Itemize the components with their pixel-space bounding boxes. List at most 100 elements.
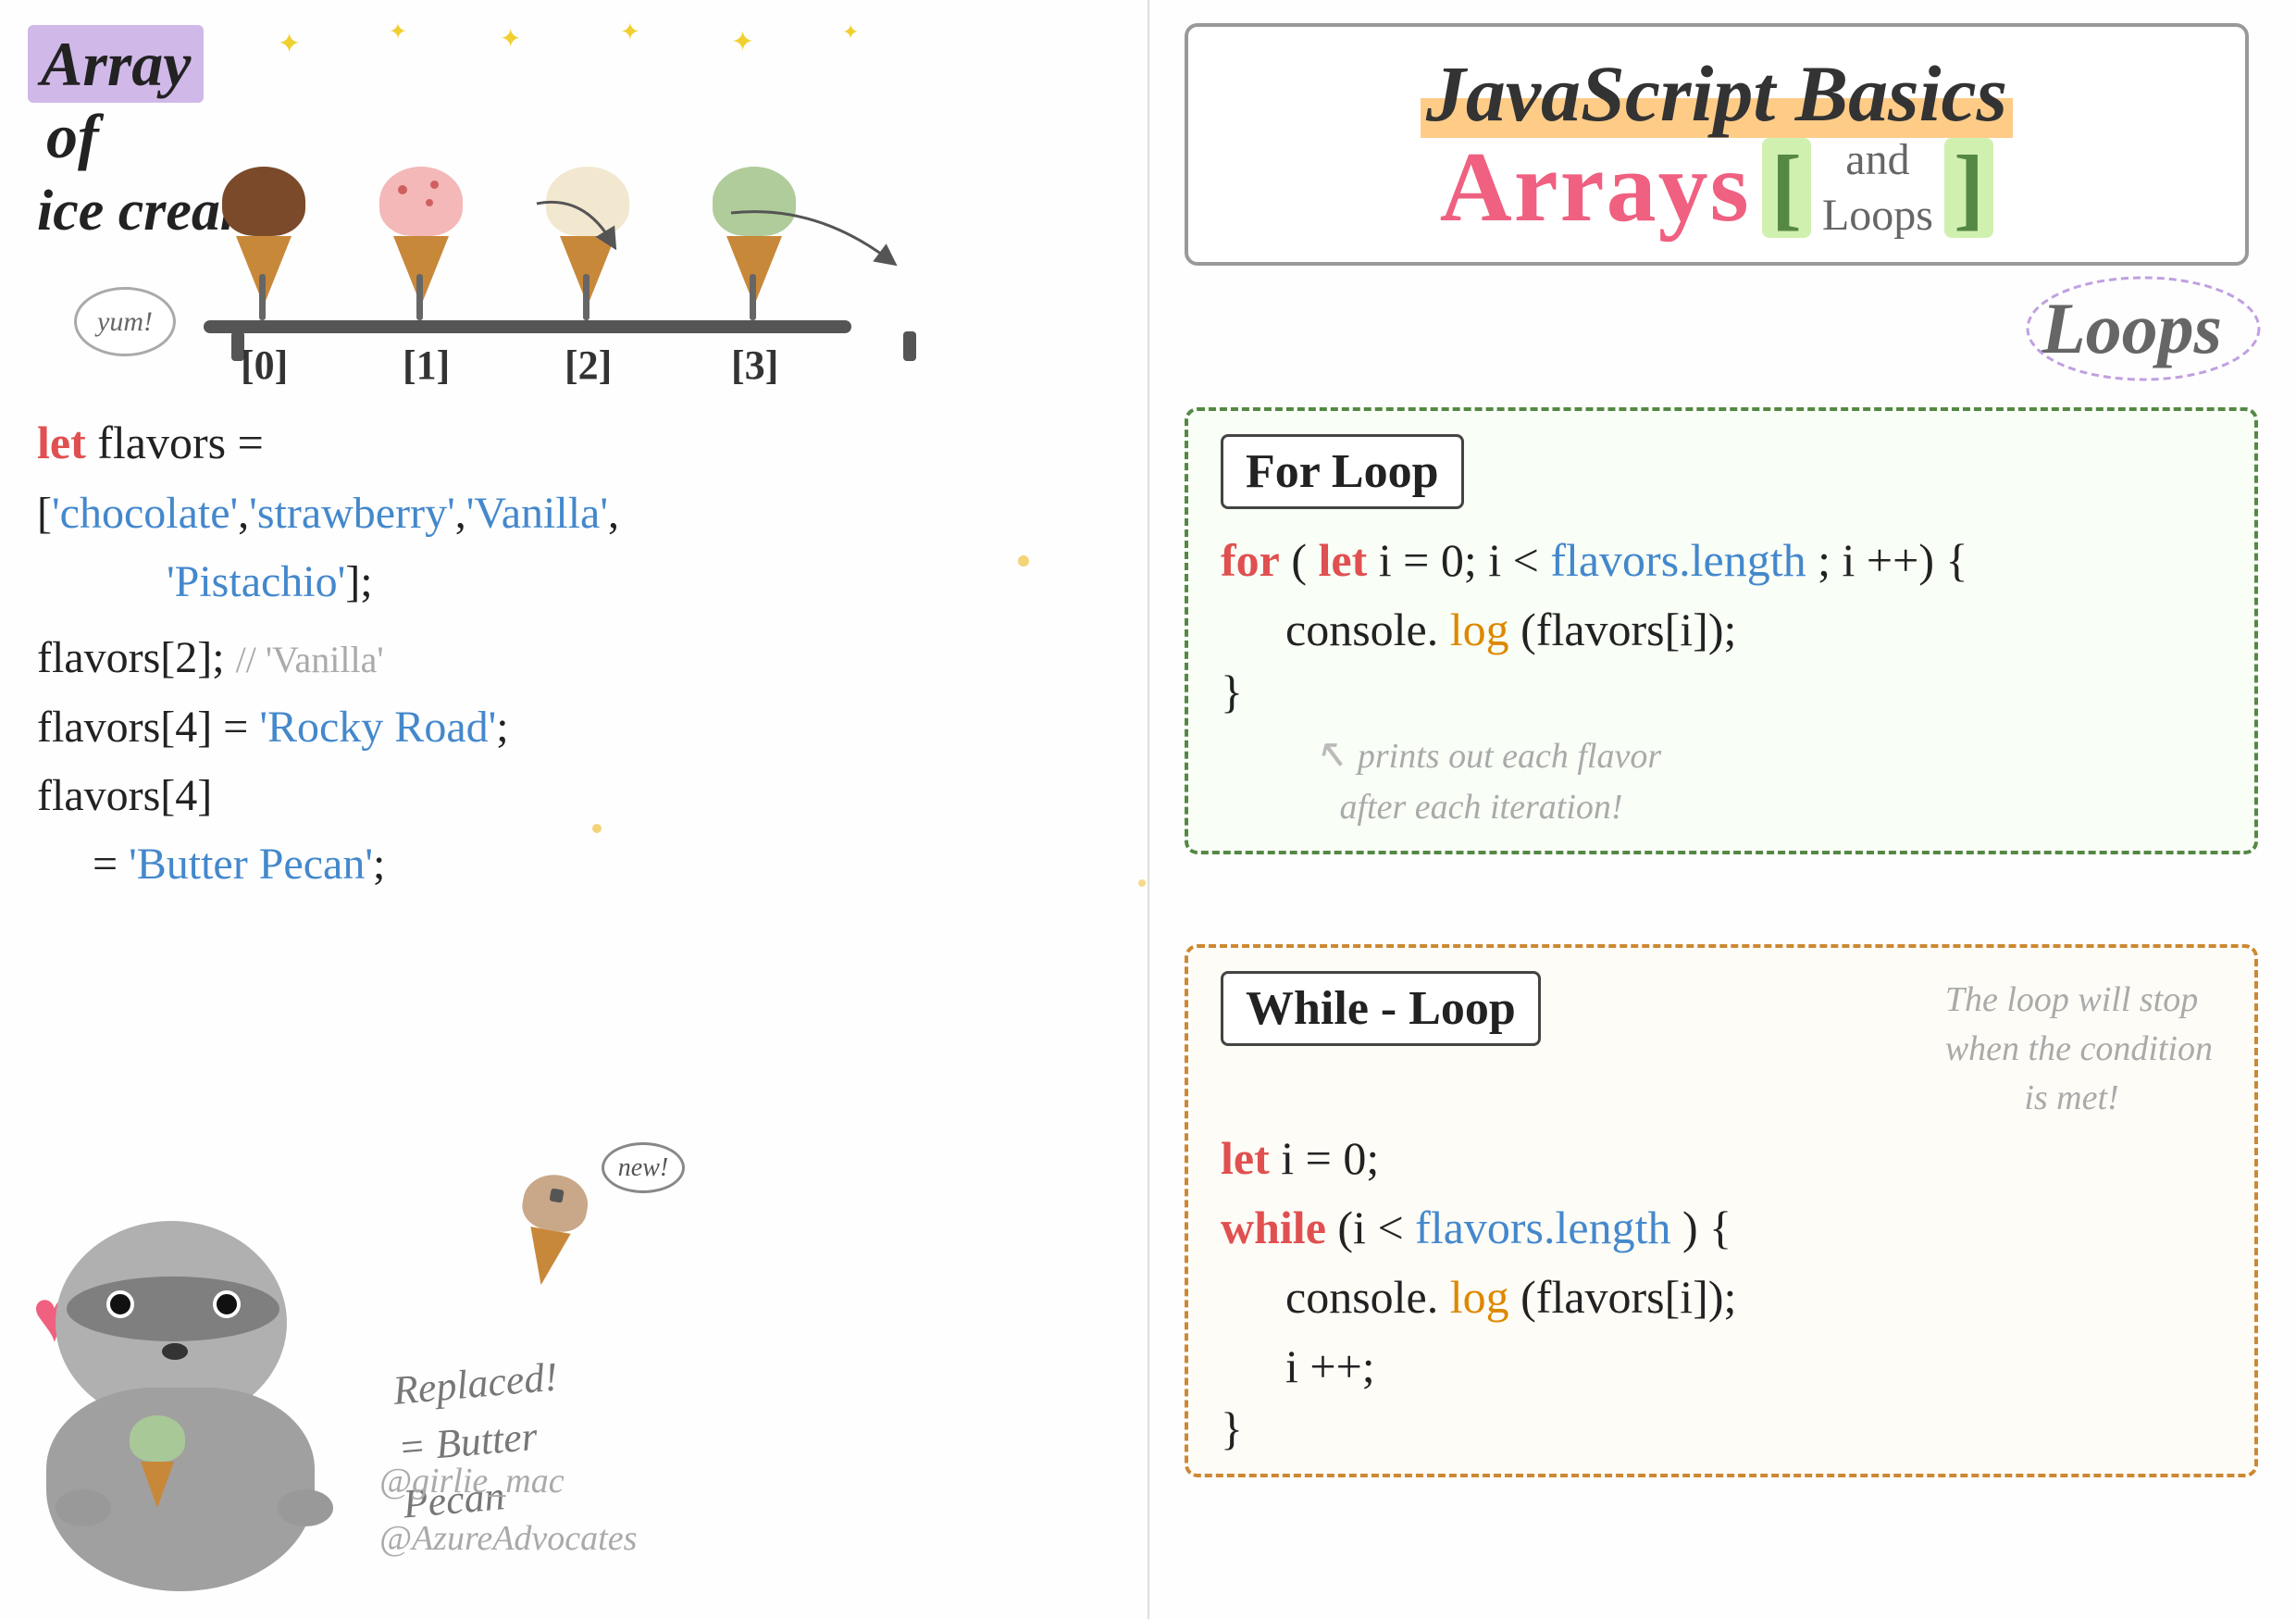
rack-div-3	[583, 274, 590, 320]
dot-deco-2	[592, 824, 602, 833]
for-loop-code-1: for ( let i = 0; i < flavors.length ; i …	[1221, 526, 2222, 595]
code-vanilla: 'Vanilla'	[466, 489, 608, 538]
sparkle-5: ✦	[731, 26, 754, 58]
code-line-4: flavors[2]; // 'Vanilla'	[37, 624, 619, 692]
while-cond: (i <	[1337, 1202, 1415, 1253]
array-word: Array	[28, 25, 204, 103]
kw-while: while	[1221, 1202, 1326, 1253]
code-assign-rocky: flavors[4] =	[37, 703, 259, 752]
watermark-line1: @girlie_mac	[379, 1452, 637, 1511]
raccoon-icecream	[130, 1415, 185, 1508]
rack-div-4	[750, 274, 756, 320]
while-brace-open: ) {	[1682, 1202, 1731, 1253]
sparkle-3: ✦	[500, 23, 521, 55]
for-loop-close: }	[1221, 665, 2222, 718]
yum-text: yum!	[97, 306, 153, 338]
loops-heading: Loops	[2042, 287, 2222, 370]
loops-oval	[2014, 268, 2273, 389]
code-line-1: let flavors =	[37, 407, 619, 479]
for-flavors-length: flavors.length	[1550, 534, 1806, 586]
raccoon-nose	[162, 1343, 188, 1360]
sparkle-6: ✦	[842, 20, 859, 44]
for-loop-title-text: For Loop	[1246, 445, 1439, 498]
code-strawberry: 'strawberry'	[249, 489, 455, 538]
while-i-inc: i ++;	[1285, 1340, 1375, 1392]
while-code-4: i ++;	[1285, 1332, 2222, 1401]
while-loop-title-text: While - Loop	[1246, 982, 1516, 1035]
for-log-paren: (flavors[i]);	[1520, 604, 1736, 655]
for-loop-section: For Loop for ( let i = 0; i < flavors.le…	[1185, 407, 2258, 854]
code-line-5: flavors[4] = 'Rocky Road';	[37, 693, 619, 762]
code-line-2: ['chocolate','strawberry','Vanilla',	[37, 479, 619, 548]
arrow-index3	[722, 204, 907, 278]
rack-div-2	[416, 274, 423, 320]
while-log-paren: (flavors[i]);	[1520, 1271, 1736, 1323]
dot-deco-3	[1138, 879, 1146, 887]
index-0: [0]	[241, 342, 288, 389]
while-code-2: while (i < flavors.length ) {	[1221, 1193, 2222, 1263]
rack-bar	[204, 320, 851, 333]
kw-let-1: let	[37, 417, 86, 468]
for-i-init: i = 0; i <	[1379, 534, 1551, 586]
new-bubble: new!	[602, 1142, 685, 1193]
for-loop-title-box: For Loop	[1221, 434, 1464, 509]
sparkle-4: ✦	[620, 19, 640, 46]
index-3: [3]	[731, 342, 778, 389]
for-i-inc: ; i ++) {	[1818, 534, 1967, 586]
while-flavors-length: flavors.length	[1415, 1202, 1670, 1253]
code-access-4: flavors[4]	[37, 771, 212, 820]
sparkle-2: ✦	[389, 19, 407, 45]
code-bracket-open: [	[37, 489, 52, 538]
bracket-close: ]	[1944, 138, 1993, 238]
kw-let-for: let	[1319, 534, 1368, 586]
dot-deco-1	[1018, 555, 1029, 567]
divider	[1148, 0, 1149, 1619]
raccoon-paw-left	[56, 1489, 111, 1526]
while-i-init: i = 0;	[1281, 1132, 1379, 1184]
code-butter-pecan: 'Butter Pecan'	[129, 840, 373, 889]
kw-for: for	[1221, 534, 1280, 586]
main-title-box: JavaScript Basics Arrays [ andLoops ]	[1185, 23, 2249, 266]
raccoon-paw-right	[278, 1489, 333, 1526]
js-basics-text: JavaScript Basics	[1421, 49, 2013, 138]
for-comment-text: prints out each flavor after each iterat…	[1313, 737, 1661, 827]
watermark: @girlie_mac @AzureAdvocates	[379, 1452, 637, 1568]
code-comment-vanilla: // 'Vanilla'	[236, 639, 384, 680]
code-pistachio: 'Pistachio'	[167, 557, 345, 606]
code-line-3: 'Pistachio'];	[167, 548, 619, 616]
for-loop-comment: ↖ prints out each flavor after each iter…	[1313, 726, 2222, 832]
while-code-3: console. log (flavors[i]);	[1285, 1263, 2222, 1332]
raccoon-eye-left	[106, 1290, 134, 1318]
index-2: [2]	[565, 342, 612, 389]
code-rocky-road: 'Rocky Road'	[259, 703, 496, 752]
code-line-7: = 'Butter Pecan';	[93, 830, 619, 899]
for-console: console.	[1285, 604, 1450, 655]
bracket-open: [	[1762, 138, 1811, 238]
while-code-1: let i = 0;	[1221, 1124, 2222, 1193]
page: { "title": "JavaScript Basics Arrays and…	[0, 0, 2296, 1619]
raccoon-mask	[67, 1277, 279, 1341]
while-console: console.	[1285, 1271, 1450, 1323]
while-loop-annotation: The loop will stopwhen the condition is …	[1945, 976, 2213, 1124]
and-loops-text: andLoops	[1822, 132, 1933, 243]
rack-leg-right	[903, 331, 916, 361]
while-loop-section: While - Loop The loop will stopwhen the …	[1185, 944, 2258, 1477]
code-access-2: flavors[2];	[37, 633, 225, 682]
while-loop-header: While - Loop The loop will stopwhen the …	[1221, 971, 2222, 1124]
while-loop-title-box: While - Loop	[1221, 971, 1541, 1046]
sparkle-1: ✦	[278, 28, 301, 60]
arrays-row: Arrays [ andLoops ]	[1225, 131, 2208, 245]
code-section-left: let flavors = ['chocolate','strawberry',…	[37, 407, 619, 900]
icecream-display: ✦ ✦ ✦ ✦ ✦ ✦	[204, 19, 944, 389]
code-line-6: flavors[4]	[37, 762, 619, 830]
for-log: log	[1450, 604, 1509, 655]
while-close: }	[1221, 1401, 2222, 1455]
yum-bubble: yum!	[74, 287, 176, 356]
while-log: log	[1450, 1271, 1509, 1323]
arrays-label: Arrays	[1440, 131, 1751, 245]
code-flavors-decl: flavors =	[97, 417, 264, 468]
icecream-deco-bottom	[509, 1170, 592, 1290]
rack-div-1	[259, 274, 266, 320]
code-chocolate: 'chocolate'	[52, 489, 238, 538]
arrow-index2	[527, 194, 639, 250]
